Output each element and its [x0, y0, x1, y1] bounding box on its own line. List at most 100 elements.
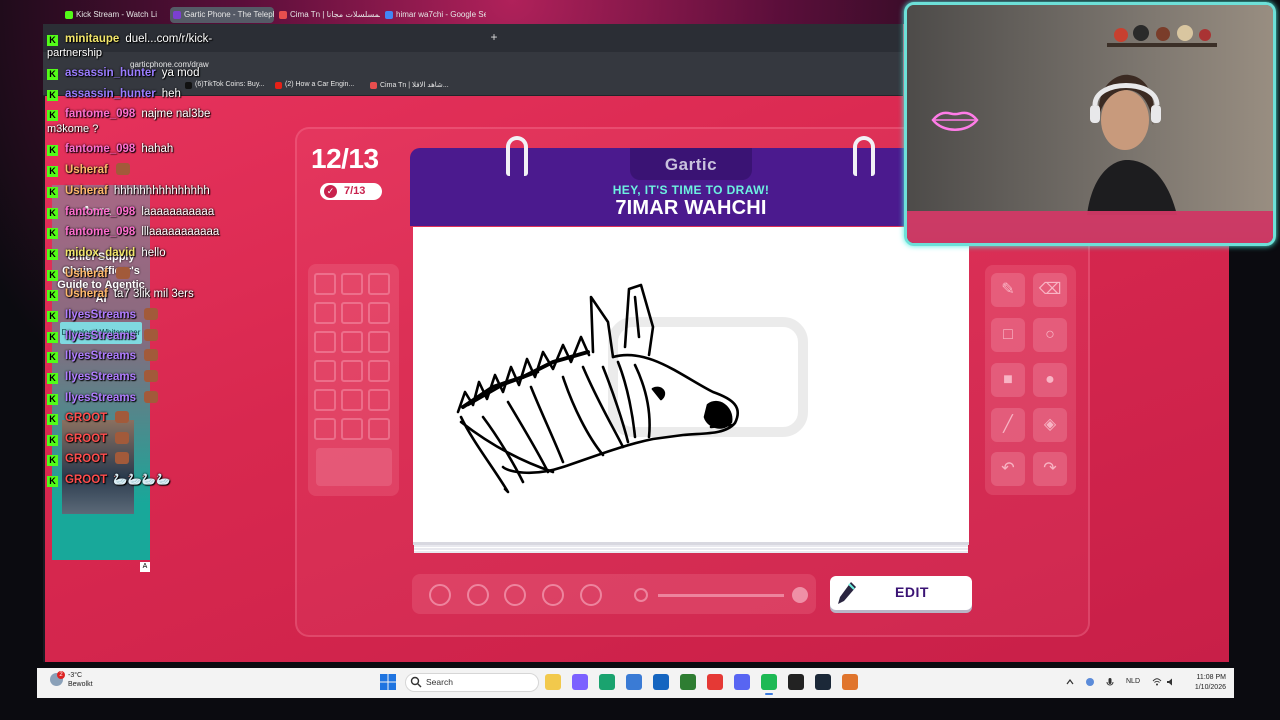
undo-icon[interactable]: ↶: [991, 452, 1025, 486]
chat-message: K IlyesStreams: [47, 349, 158, 363]
chat-username[interactable]: fantome_098: [65, 108, 135, 120]
color-swatch[interactable]: [368, 360, 390, 382]
network-tray-icon[interactable]: [1085, 677, 1095, 687]
brush-size-3[interactable]: [504, 584, 526, 606]
chat-username[interactable]: IlyesStreams: [65, 309, 136, 321]
gartic-logo: Gartic: [664, 155, 718, 174]
brush-size-5[interactable]: [580, 584, 602, 606]
file-explorer-icon[interactable]: [545, 674, 561, 690]
current-color-swatch[interactable]: [316, 448, 392, 486]
color-swatch[interactable]: [314, 389, 336, 411]
color-swatch[interactable]: [314, 273, 336, 295]
copilot-icon[interactable]: [572, 674, 588, 690]
terminal-icon[interactable]: [680, 674, 696, 690]
color-swatch[interactable]: [341, 389, 363, 411]
chat-username[interactable]: GROOT: [65, 474, 107, 486]
color-swatch[interactable]: [368, 418, 390, 440]
line-tool-icon[interactable]: ╱: [991, 408, 1025, 442]
color-swatch[interactable]: [341, 360, 363, 382]
chat-username[interactable]: GROOT: [65, 453, 107, 465]
chat-username[interactable]: Usheraf: [65, 268, 108, 280]
color-swatch[interactable]: [368, 331, 390, 353]
windows-start-icon[interactable]: [380, 674, 396, 690]
pencil-tool-icon[interactable]: ✎: [991, 273, 1025, 307]
chat-username[interactable]: IlyesStreams: [65, 350, 136, 362]
kick-badge-icon: K: [47, 394, 58, 405]
bookmark-cima[interactable]: Cima Tn | شاهد الافلا...: [370, 81, 449, 89]
kick-badge-icon: K: [47, 90, 58, 101]
spotify-icon[interactable]: [761, 674, 777, 690]
color-swatch[interactable]: [314, 302, 336, 324]
emote-icon: [143, 329, 158, 341]
clock-date: 1/10/2026: [1194, 684, 1226, 691]
opacity-slider-knob[interactable]: [792, 587, 808, 603]
tab-google[interactable]: himar wa7chi - Google Se: [382, 7, 486, 23]
color-swatch[interactable]: [314, 418, 336, 440]
clock[interactable]: 11:08 PM 1/10/2026: [1186, 673, 1226, 693]
outlook-icon[interactable]: [653, 674, 669, 690]
redo-icon[interactable]: ↷: [1033, 452, 1067, 486]
language-indicator[interactable]: NLD: [1126, 678, 1140, 685]
square-outline-tool-icon[interactable]: □: [991, 318, 1025, 352]
circle-fill-tool-icon[interactable]: ●: [1033, 363, 1067, 397]
discord-icon[interactable]: [734, 674, 750, 690]
google-favicon-icon: [385, 11, 393, 19]
chat-message-continuation: m3kome ?: [47, 123, 98, 135]
chevron-up-icon[interactable]: [1065, 677, 1075, 687]
chat-username[interactable]: fantome_098: [65, 226, 135, 238]
chat-username[interactable]: IlyesStreams: [65, 330, 136, 342]
color-swatch[interactable]: [368, 273, 390, 295]
circle-outline-tool-icon[interactable]: ○: [1033, 318, 1067, 352]
brush-size-2[interactable]: [467, 584, 489, 606]
kick-badge-icon: K: [47, 145, 58, 156]
binder-ring-icon: [506, 136, 528, 176]
chat-username[interactable]: GROOT: [65, 433, 107, 445]
bucket-tool-icon[interactable]: ◈: [1033, 408, 1067, 442]
chat-username[interactable]: assassin_hunter: [65, 88, 156, 100]
chat-username[interactable]: IlyesStreams: [65, 371, 136, 383]
obs-icon[interactable]: [788, 674, 804, 690]
media-player-icon[interactable]: [842, 674, 858, 690]
brush-size-4[interactable]: [542, 584, 564, 606]
square-fill-tool-icon[interactable]: ■: [991, 363, 1025, 397]
chat-username[interactable]: IlyesStreams: [65, 392, 136, 404]
color-swatch[interactable]: [341, 418, 363, 440]
chat-username[interactable]: midox_david: [65, 247, 135, 259]
eraser-tool-icon[interactable]: ⌫: [1033, 273, 1067, 307]
color-swatch[interactable]: [314, 331, 336, 353]
chat-username[interactable]: Usheraf: [65, 164, 108, 176]
chat-username[interactable]: assassin_hunter: [65, 67, 156, 79]
chat-username[interactable]: Usheraf: [65, 185, 108, 197]
chat-username[interactable]: GROOT: [65, 412, 107, 424]
store-icon[interactable]: [626, 674, 642, 690]
cima-icon: [370, 82, 377, 89]
color-swatch[interactable]: [341, 273, 363, 295]
weather-widget[interactable]: -3°C Bewolkt: [50, 671, 93, 689]
chat-username[interactable]: fantome_098: [65, 206, 135, 218]
chat-username[interactable]: minitaupe: [65, 33, 119, 45]
chat-message-text: hhhhhhhhhhhhhhh: [113, 185, 210, 197]
color-swatch[interactable]: [341, 331, 363, 353]
edge-icon[interactable]: [599, 674, 615, 690]
kick-badge-icon: K: [47, 373, 58, 384]
color-swatch[interactable]: [368, 389, 390, 411]
color-swatch[interactable]: [341, 302, 363, 324]
volume-icon[interactable]: [1166, 677, 1176, 687]
search-placeholder[interactable]: Search: [426, 677, 453, 687]
wifi-icon[interactable]: [1152, 677, 1162, 687]
edit-button-label[interactable]: EDIT: [870, 584, 954, 600]
chat-username[interactable]: fantome_098: [65, 143, 135, 155]
opera-icon[interactable]: [707, 674, 723, 690]
chat-message: K Usheraf ta7 3lik mil 3ers: [47, 287, 194, 301]
chat-username[interactable]: Usheraf: [65, 288, 108, 300]
brush-size-1[interactable]: [429, 584, 451, 606]
new-tab-button[interactable]: +: [488, 30, 500, 44]
opacity-slider[interactable]: [658, 594, 784, 597]
steam-icon[interactable]: [815, 674, 831, 690]
chat-message-text: duel...com/r/kick-: [125, 33, 213, 45]
check-icon: ✓: [324, 185, 337, 198]
microphone-icon[interactable]: [1105, 677, 1115, 687]
kick-badge-icon: K: [47, 352, 58, 363]
color-swatch[interactable]: [368, 302, 390, 324]
color-swatch[interactable]: [314, 360, 336, 382]
